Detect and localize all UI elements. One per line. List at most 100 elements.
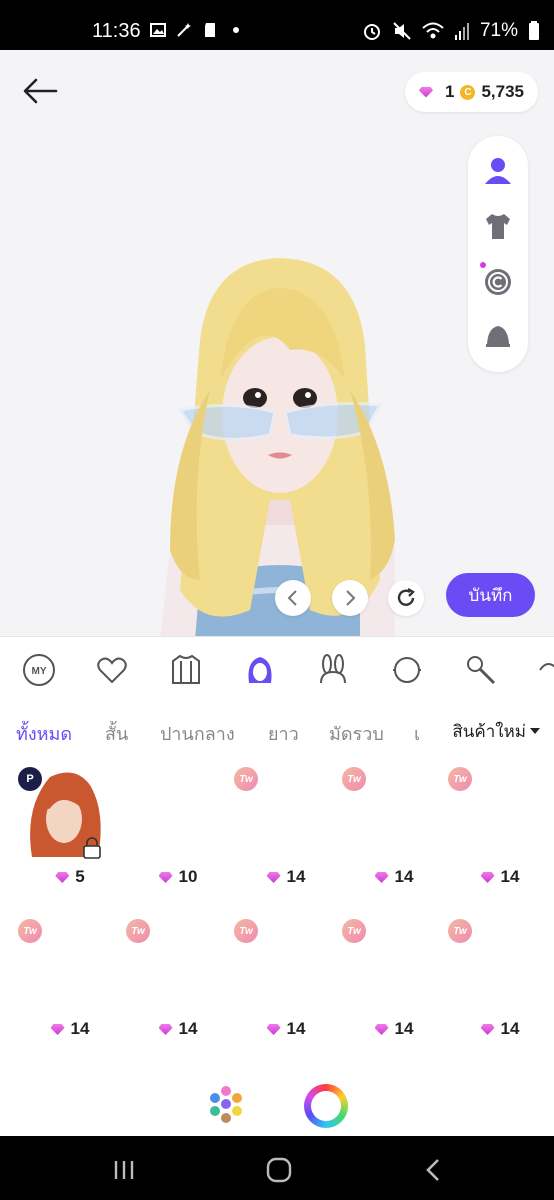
home-icon[interactable] — [265, 1156, 293, 1184]
system-nav-bar — [0, 1136, 554, 1200]
color-picker-icon[interactable] — [304, 1084, 348, 1128]
gem-icon — [266, 1024, 281, 1035]
item-card[interactable]: Tw 14 — [16, 913, 124, 1053]
item-card[interactable]: P 5 — [16, 761, 124, 901]
sort-label: สินค้าใหม่ — [452, 721, 526, 741]
face-icon[interactable] — [390, 653, 424, 687]
twice-badge: Tw — [18, 919, 42, 943]
gem-icon — [418, 86, 433, 98]
gem-icon — [55, 872, 70, 883]
battery-percent: 71% — [479, 20, 518, 41]
item-sheet: MY ทั้งหมด สั้น ปานกลาง ยาว มัดรวบ เ สิน… — [0, 636, 554, 1136]
avatar-stage: 1 C 5,735 บันทึก — [0, 50, 554, 636]
wifi-icon — [422, 22, 444, 39]
alarm-icon — [363, 24, 380, 40]
coin-icon: C — [460, 84, 476, 100]
twice-badge: Tw — [234, 919, 258, 943]
status-time: 11:36 — [92, 20, 141, 42]
bunny-ears-icon[interactable] — [316, 653, 350, 687]
item-price: 14 — [124, 1019, 232, 1039]
item-price: 14 — [340, 867, 448, 887]
twice-badge: Tw — [448, 919, 472, 943]
item-card[interactable]: Tw 14 — [340, 761, 448, 901]
my-icon[interactable]: MY — [22, 653, 56, 687]
battery-icon — [529, 21, 539, 40]
item-card[interactable]: Tw 14 — [232, 913, 340, 1053]
sort-dropdown[interactable]: สินค้าใหม่ — [440, 713, 540, 749]
item-card[interactable]: Tw 14 — [232, 761, 340, 901]
gem-count: 1 — [444, 82, 455, 101]
currency-balance[interactable]: 1 C 5,735 — [404, 72, 538, 112]
gem-icon — [50, 1024, 65, 1035]
signal-icon — [454, 23, 469, 40]
sd-card-icon — [205, 23, 215, 37]
image-icon — [150, 23, 166, 37]
color-bar — [0, 1068, 554, 1136]
gem-icon — [374, 1024, 389, 1035]
accessory-icon[interactable] — [538, 653, 554, 687]
recents-icon[interactable] — [110, 1156, 138, 1184]
tab-medium[interactable]: ปานกลาง — [160, 719, 235, 748]
reset-button[interactable] — [388, 580, 424, 616]
dot-icon — [233, 27, 239, 33]
coin-count: 5,735 — [481, 82, 524, 101]
heart-icon[interactable] — [95, 653, 129, 687]
caret-down-icon — [530, 728, 540, 734]
tab-short[interactable]: สั้น — [105, 719, 128, 748]
twice-badge: Tw — [342, 919, 366, 943]
copyright-icon[interactable] — [482, 266, 514, 298]
hair-icon[interactable] — [243, 653, 277, 687]
back-icon[interactable] — [420, 1156, 448, 1184]
tab-tied[interactable]: มัดรวบ — [329, 719, 384, 748]
tab-all[interactable]: ทั้งหมด — [16, 719, 72, 748]
item-price: 14 — [232, 867, 340, 887]
svg-text:MY: MY — [32, 666, 47, 677]
lock-icon — [83, 837, 101, 859]
avatar-figure — [160, 258, 395, 636]
twice-badge: Tw — [342, 767, 366, 791]
item-card[interactable]: 10 — [124, 761, 232, 901]
gem-icon — [266, 872, 281, 883]
tab-more[interactable]: เ — [414, 719, 420, 748]
prev-button[interactable] — [275, 580, 311, 616]
item-price: 14 — [446, 867, 554, 887]
avatar-icon[interactable] — [482, 154, 514, 186]
status-bar: 11:36 71% — [0, 0, 554, 50]
item-price: 5 — [16, 867, 124, 887]
premium-badge: P — [18, 767, 42, 791]
jacket-icon[interactable] — [169, 653, 203, 687]
microphone-icon[interactable] — [464, 653, 498, 687]
shirt-icon[interactable] — [482, 210, 514, 242]
next-button[interactable] — [332, 580, 368, 616]
item-price: 14 — [340, 1019, 448, 1039]
bell-icon[interactable] — [482, 322, 514, 354]
mute-icon — [393, 22, 411, 40]
item-price: 14 — [232, 1019, 340, 1039]
item-price: 14 — [446, 1019, 554, 1039]
item-card[interactable]: Tw 14 — [340, 913, 448, 1053]
item-card[interactable]: Tw 14 — [124, 913, 232, 1053]
magic-wand-icon — [177, 23, 191, 37]
save-button[interactable]: บันทึก — [446, 573, 535, 617]
item-price: 14 — [16, 1019, 124, 1039]
refresh-icon — [397, 587, 415, 606]
tab-long[interactable]: ยาว — [268, 719, 299, 748]
gem-icon — [374, 872, 389, 883]
side-panel — [468, 136, 528, 372]
gem-icon — [480, 1024, 495, 1035]
twice-badge: Tw — [234, 767, 258, 791]
palette-icon[interactable] — [206, 1084, 246, 1124]
sub-tabs: ทั้งหมด สั้น ปานกลาง ยาว มัดรวบ เ สินค้า… — [0, 713, 554, 749]
gem-icon — [158, 872, 173, 883]
twice-badge: Tw — [448, 767, 472, 791]
gem-icon — [158, 1024, 173, 1035]
back-arrow-icon[interactable] — [20, 74, 60, 108]
item-card[interactable]: Tw 14 — [446, 761, 554, 901]
item-card[interactable]: Tw 14 — [446, 913, 554, 1053]
category-tabs: MY — [0, 637, 554, 703]
item-price: 10 — [124, 867, 232, 887]
gem-icon — [480, 872, 495, 883]
twice-badge: Tw — [126, 919, 150, 943]
chevron-left-icon — [287, 590, 297, 606]
chevron-right-icon — [346, 590, 356, 606]
